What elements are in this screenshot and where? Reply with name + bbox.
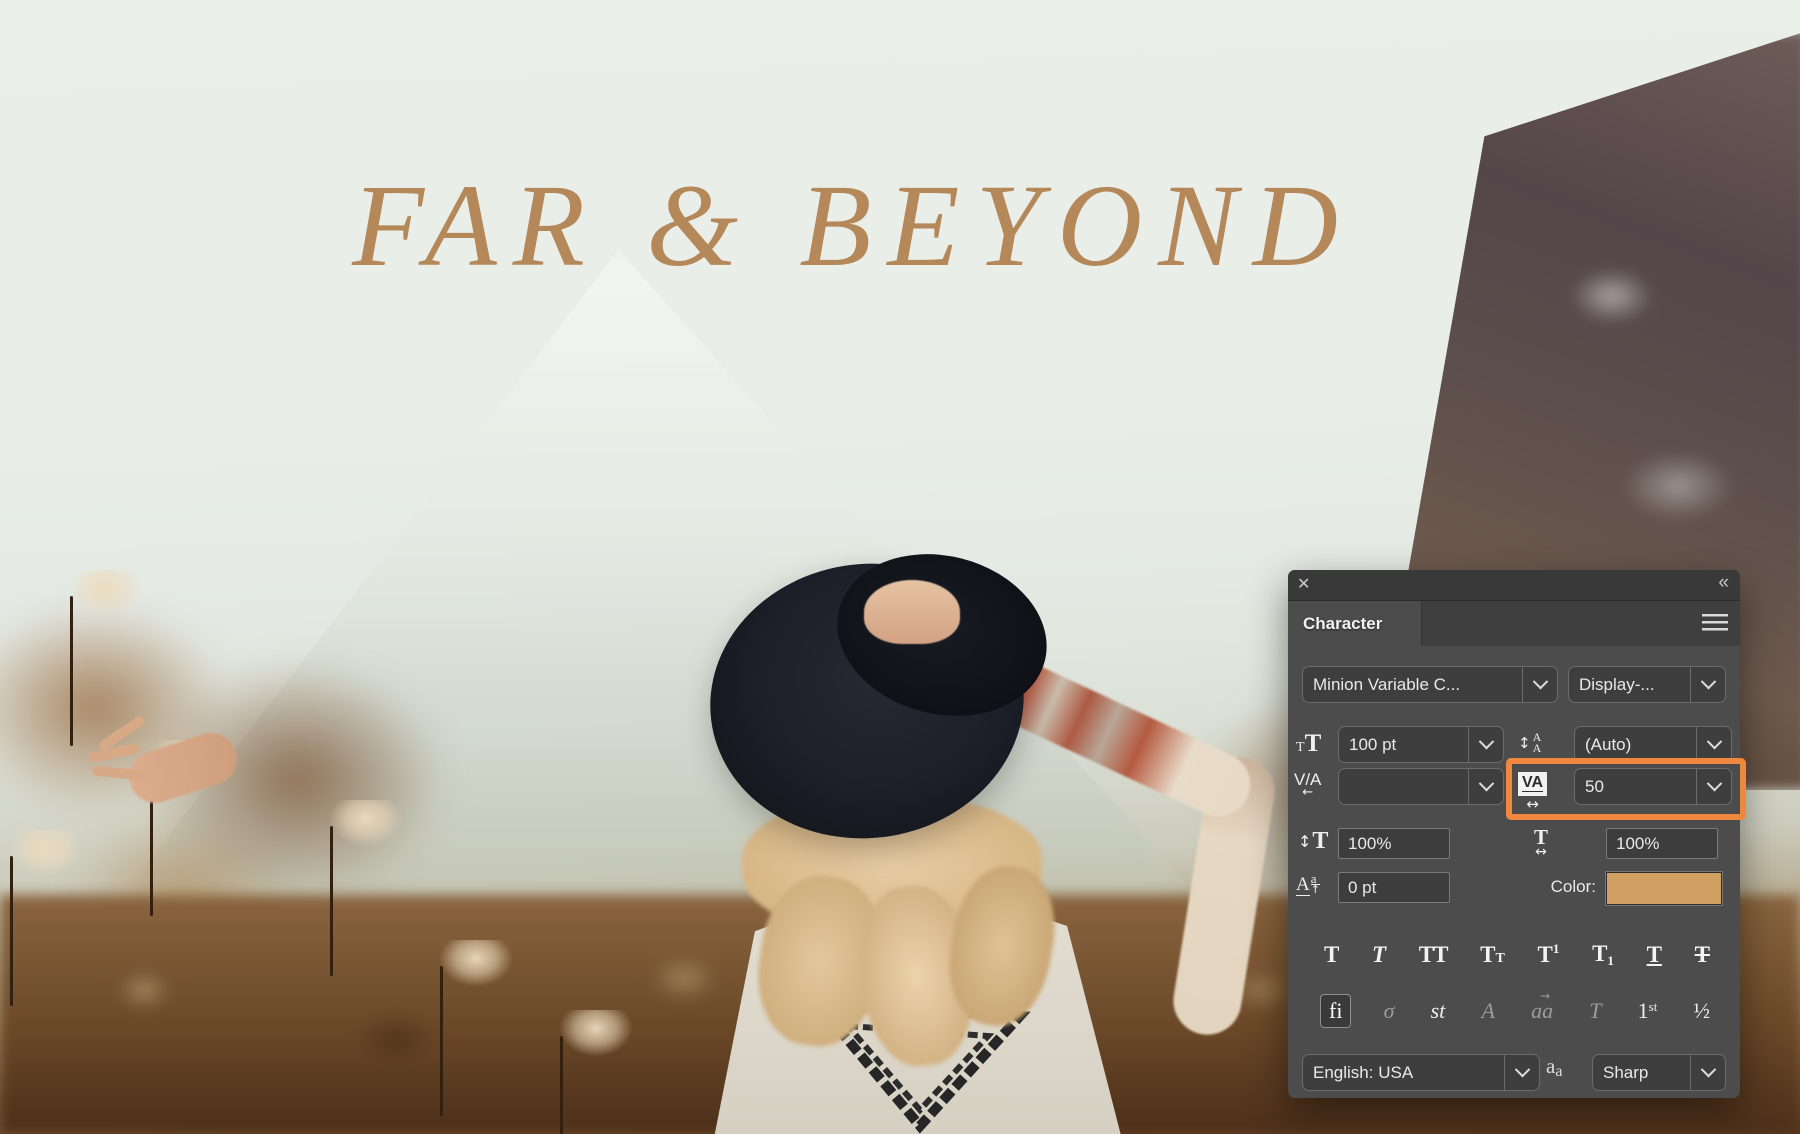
character-panel: ✕ « Character Minion Variable C... Displ…	[1288, 570, 1740, 1098]
color-label: Color:	[1488, 877, 1596, 897]
right-hand-on-hat	[864, 580, 960, 644]
swash-button[interactable]: A	[1481, 1000, 1494, 1022]
font-style-value: Display-...	[1569, 675, 1690, 695]
panel-tabbar: Character	[1288, 601, 1740, 646]
collapse-panel-icon[interactable]: «	[1718, 572, 1730, 594]
chevron-down-icon[interactable]	[1696, 727, 1731, 762]
font-size-select[interactable]: 100 pt	[1338, 726, 1504, 763]
kerning-icon: V/A ←	[1294, 772, 1321, 800]
horizontal-scale-input[interactable]: 100%	[1606, 828, 1718, 859]
font-size-icon: TT	[1296, 730, 1321, 758]
superscript-button[interactable]: T1	[1538, 942, 1560, 966]
font-family-select[interactable]: Minion Variable C...	[1302, 666, 1558, 703]
tab-character[interactable]: Character	[1288, 601, 1422, 646]
underline-button[interactable]: T	[1647, 943, 1662, 966]
language-select[interactable]: English: USA	[1302, 1054, 1540, 1091]
all-caps-button[interactable]: TT	[1419, 943, 1448, 966]
horizontal-scale-icon: T↔	[1534, 828, 1548, 861]
vertical-scale-value: 100%	[1348, 834, 1391, 854]
baseline-shift-input[interactable]: 0 pt	[1338, 872, 1450, 903]
horizontal-scale-value: 100%	[1616, 834, 1659, 854]
font-family-value: Minion Variable C...	[1303, 675, 1522, 695]
anti-alias-icon: aa	[1546, 1054, 1562, 1081]
chevron-down-icon[interactable]	[1522, 667, 1557, 702]
anti-alias-value: Sharp	[1593, 1063, 1690, 1083]
finger	[88, 743, 141, 764]
titling-alternates-button[interactable]: T	[1589, 1000, 1601, 1022]
leading-value: (Auto)	[1575, 735, 1696, 755]
small-caps-button[interactable]: TT	[1480, 943, 1505, 966]
subscript-button[interactable]: T1	[1592, 942, 1614, 967]
vertical-scale-icon: ↕T	[1298, 828, 1328, 855]
photoshop-canvas: FAR & BEYOND ✕ « Character Minion Variab…	[0, 0, 1800, 1134]
outstretched-arm	[216, 743, 784, 954]
panel-titlebar: ✕ «	[1288, 570, 1740, 601]
standard-ligatures-button[interactable]: fi	[1320, 994, 1351, 1028]
left-hand	[123, 726, 244, 809]
font-style-select[interactable]: Display-...	[1568, 666, 1726, 703]
chevron-down-icon[interactable]	[1690, 667, 1725, 702]
panel-body: Minion Variable C... Display-... TT 100 …	[1288, 646, 1740, 1098]
chevron-down-icon[interactable]	[1504, 1055, 1539, 1090]
leading-icon: ↕AA	[1518, 732, 1541, 754]
language-value: English: USA	[1303, 1063, 1504, 1083]
canvas-text-layer[interactable]: FAR & BEYOND	[352, 158, 1354, 294]
faux-italic-button[interactable]: T	[1372, 943, 1386, 966]
format-buttons-row: TTTTTTT1T1TT	[1324, 934, 1710, 974]
text-color-swatch[interactable]	[1606, 872, 1722, 905]
baseline-shift-value: 0 pt	[1348, 878, 1376, 898]
panel-menu-icon[interactable]	[1702, 614, 1728, 631]
chevron-down-icon[interactable]	[1468, 769, 1503, 804]
fractions-button[interactable]: ½	[1693, 1000, 1710, 1022]
opentype-buttons-row: fiσstA→aaT1st½	[1324, 988, 1710, 1034]
anti-alias-select[interactable]: Sharp	[1592, 1054, 1726, 1091]
tracking-highlight-box	[1506, 758, 1746, 820]
strikethrough-button[interactable]: T	[1695, 943, 1710, 966]
close-icon[interactable]: ✕	[1297, 574, 1310, 593]
chevron-down-icon[interactable]	[1690, 1055, 1725, 1090]
font-size-value: 100 pt	[1339, 735, 1468, 755]
chevron-down-icon[interactable]	[1468, 727, 1503, 762]
kerning-select[interactable]	[1338, 768, 1504, 805]
blonde-hair	[742, 796, 1052, 1066]
contextual-alternates-button[interactable]: σ	[1384, 1000, 1395, 1022]
stylistic-alternates-button[interactable]: →aa	[1531, 1000, 1553, 1022]
baseline-shift-icon: Aa↑	[1296, 874, 1320, 896]
vertical-scale-input[interactable]: 100%	[1338, 828, 1450, 859]
ordinals-button[interactable]: 1st	[1638, 1000, 1658, 1022]
faux-bold-button[interactable]: T	[1324, 943, 1339, 966]
discretionary-ligatures-button[interactable]: st	[1431, 1000, 1446, 1022]
